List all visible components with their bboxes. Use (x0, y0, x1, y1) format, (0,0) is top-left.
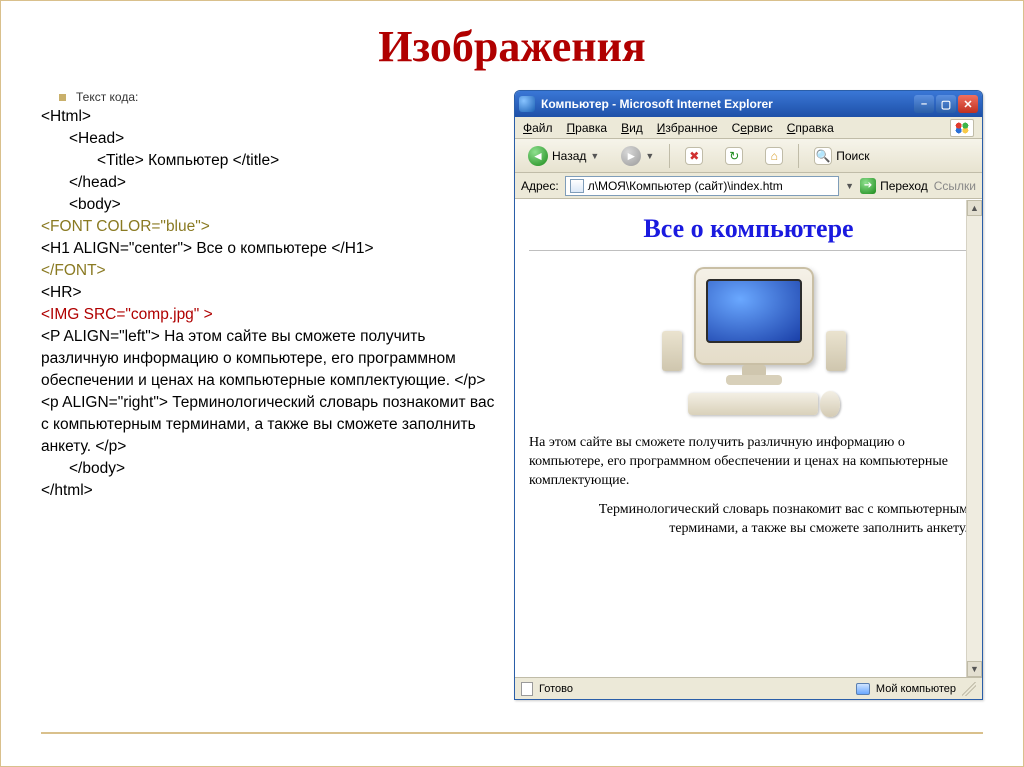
code-line: <Html> (41, 106, 496, 128)
code-block: <Html> <Head> <Title> Компьютер </title>… (41, 106, 496, 502)
monitor-icon (694, 267, 814, 365)
windows-flag-icon (950, 119, 974, 137)
menu-view[interactable]: Вид (621, 121, 643, 135)
code-line: </html> (41, 480, 496, 502)
document-icon (570, 179, 584, 193)
address-bar: Адрес: л\МОЯ\Компьютер (сайт)\index.htm … (515, 173, 982, 199)
page-heading: Все о компьютере (529, 214, 968, 244)
code-line: <body> (41, 194, 496, 216)
address-label: Адрес: (521, 179, 559, 193)
go-icon: ➔ (860, 178, 876, 194)
menu-edit[interactable]: Правка (567, 121, 608, 135)
chevron-down-icon[interactable]: ▼ (845, 181, 854, 191)
computer-image (529, 261, 968, 424)
status-bar: Готово Мой компьютер (515, 677, 982, 699)
links-label[interactable]: Ссылки (934, 179, 976, 193)
mouse-icon (820, 391, 840, 417)
ie-window: Компьютер - Microsoft Internet Explorer … (514, 90, 983, 700)
page-paragraph-right: Терминологический словарь познакомит вас… (529, 501, 968, 539)
window-title: Компьютер - Microsoft Internet Explorer (541, 97, 914, 111)
content-row: Текст кода: <Html> <Head> <Title> Компью… (41, 90, 983, 700)
separator (798, 144, 799, 168)
page-paragraph-left: На этом сайте вы сможете получить различ… (529, 434, 968, 491)
bullet: Текст кода: (59, 90, 496, 104)
menu-bar: Файл Правка Вид Избранное Сервис Справка (515, 117, 982, 139)
resize-grip-icon[interactable] (962, 682, 976, 696)
bullet-label: Текст кода: (76, 90, 138, 104)
back-icon: ◄ (528, 146, 548, 166)
home-button[interactable]: ⌂ (758, 143, 790, 169)
window-buttons: – ▢ ✕ (914, 95, 978, 113)
close-button[interactable]: ✕ (958, 95, 978, 113)
scroll-down-icon[interactable]: ▼ (967, 661, 982, 677)
separator (669, 144, 670, 168)
document-icon (521, 682, 533, 696)
page-hr (529, 250, 968, 251)
code-column: Текст кода: <Html> <Head> <Title> Компью… (41, 90, 496, 700)
slide: Изображения Текст кода: <Html> <Head> <T… (0, 0, 1024, 767)
code-line: <Title> Компьютер </title> (41, 150, 496, 172)
address-input[interactable]: л\МОЯ\Компьютер (сайт)\index.htm (565, 176, 839, 196)
minimize-button[interactable]: – (914, 95, 934, 113)
keyboard-icon (688, 393, 818, 415)
address-value: л\МОЯ\Компьютер (сайт)\index.htm (588, 179, 783, 193)
window-titlebar[interactable]: Компьютер - Microsoft Internet Explorer … (515, 91, 982, 117)
code-line: <IMG SRC="comp.jpg" > (41, 304, 496, 326)
forward-icon: ► (621, 146, 641, 166)
menu-tools[interactable]: Сервис (732, 121, 773, 135)
stop-icon: ✖ (685, 147, 703, 165)
speaker-icon (826, 331, 846, 371)
search-button[interactable]: 🔍 Поиск (807, 143, 876, 169)
forward-button[interactable]: ► ▼ (614, 142, 661, 170)
refresh-button[interactable]: ↻ (718, 143, 750, 169)
code-line: </head> (41, 172, 496, 194)
page-viewport: Все о компьютере На этом сайте вы сможет… (515, 199, 982, 677)
speaker-icon (662, 331, 682, 371)
search-icon: 🔍 (814, 147, 832, 165)
code-line: <P ALIGN="left"> На этом сайте вы сможет… (41, 326, 496, 392)
code-line: <FONT COLOR="blue"> (41, 216, 496, 238)
code-line: </FONT> (41, 260, 496, 282)
code-line: <p ALIGN="right"> Терминологический слов… (41, 392, 496, 458)
code-line: <H1 ALIGN="center"> Все о компьютере </H… (41, 238, 496, 260)
code-line: </body> (41, 458, 496, 480)
menu-help[interactable]: Справка (787, 121, 834, 135)
toolbar: ◄ Назад ▼ ► ▼ ✖ ↻ ⌂ 🔍 Поиск (515, 139, 982, 173)
code-line: <Head> (41, 128, 496, 150)
scroll-up-icon[interactable]: ▲ (967, 200, 982, 216)
maximize-button[interactable]: ▢ (936, 95, 956, 113)
bullet-square-icon (59, 94, 66, 101)
go-button[interactable]: ➔ Переход (860, 178, 928, 194)
chevron-down-icon: ▼ (590, 151, 599, 161)
refresh-icon: ↻ (725, 147, 743, 165)
go-label: Переход (880, 179, 928, 193)
status-zone: Мой компьютер (876, 683, 956, 695)
slide-title: Изображения (41, 21, 983, 72)
menu-file[interactable]: Файл (523, 121, 553, 135)
computer-zone-icon (856, 683, 870, 695)
back-label: Назад (552, 149, 586, 163)
ie-icon (519, 96, 535, 112)
back-button[interactable]: ◄ Назад ▼ (521, 142, 606, 170)
home-icon: ⌂ (765, 147, 783, 165)
stop-button[interactable]: ✖ (678, 143, 710, 169)
browser-column: Компьютер - Microsoft Internet Explorer … (514, 90, 983, 700)
menu-favorites[interactable]: Избранное (657, 121, 718, 135)
scrollbar[interactable]: ▲ ▼ (966, 200, 982, 677)
search-label: Поиск (836, 149, 869, 163)
code-line: <HR> (41, 282, 496, 304)
chevron-down-icon: ▼ (645, 151, 654, 161)
status-ready: Готово (539, 683, 573, 695)
